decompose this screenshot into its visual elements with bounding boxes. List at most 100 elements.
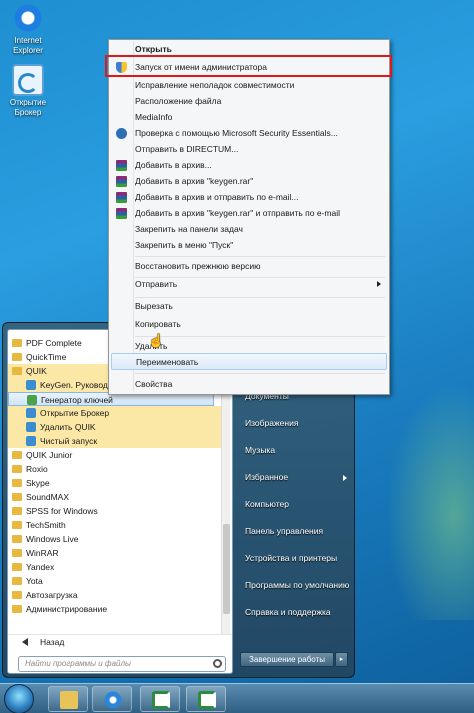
menu-add-keygen-rar[interactable]: Добавить в архив "keygen.rar" (111, 173, 387, 190)
start-item-control-panel[interactable]: Панель управления (237, 518, 353, 545)
folder-icon (12, 549, 22, 557)
folder-icon (12, 465, 22, 473)
menu-separator (135, 336, 385, 337)
start-item-default-programs[interactable]: Программы по умолчанию (237, 572, 353, 599)
menu-properties[interactable]: Свойства (111, 376, 387, 393)
back-button[interactable]: Назад (8, 634, 232, 648)
search-input[interactable]: Найти программы и файлы (18, 656, 226, 672)
winrar-icon (116, 208, 127, 219)
program-folder-yandex[interactable]: Yandex (8, 560, 222, 574)
start-item-music[interactable]: Музыка (237, 437, 353, 464)
folder-icon (12, 451, 22, 459)
desktop-icon-broker[interactable]: Открытие Брокер (3, 64, 53, 118)
menu-label: Вырезать (135, 301, 173, 311)
folder-icon (12, 353, 22, 361)
program-label: Открытие Брокер (40, 408, 110, 418)
folder-icon (12, 605, 22, 613)
menu-add-archive[interactable]: Добавить в архив... (111, 157, 387, 174)
menu-label: Проверка с помощью Microsoft Security Es… (135, 128, 338, 138)
program-label: Yota (26, 576, 43, 586)
folder-icon (12, 339, 22, 347)
program-folder-quik-junior[interactable]: QUIK Junior (8, 448, 222, 462)
menu-mse-scan[interactable]: Проверка с помощью Microsoft Security Es… (111, 125, 387, 142)
start-item-computer[interactable]: Компьютер (237, 491, 353, 518)
start-item-favorites[interactable]: Избранное (237, 464, 353, 491)
menu-add-keygen-rar-email[interactable]: Добавить в архив "keygen.rar" и отправит… (111, 205, 387, 222)
internet-explorer-icon (104, 691, 122, 709)
start-item-label: Музыка (245, 445, 276, 455)
program-otkrytie-broker[interactable]: Открытие Брокер (8, 406, 222, 420)
start-item-label: Справка и поддержка (245, 607, 331, 617)
document-icon (26, 380, 36, 390)
program-folder-administration[interactable]: Администрирование (8, 602, 222, 616)
program-clean-start[interactable]: Чистый запуск (8, 434, 222, 448)
program-folder-spss[interactable]: SPSS for Windows (8, 504, 222, 518)
menu-label: Открыть (135, 44, 172, 54)
program-label: Yandex (26, 562, 55, 572)
folder-icon (12, 591, 22, 599)
desktop-icon-label: Internet Explorer (13, 36, 43, 55)
taskbar-quik-button[interactable] (140, 686, 180, 712)
taskbar (0, 683, 474, 713)
program-folder-windows-live[interactable]: Windows Live (8, 532, 222, 546)
broker-app-icon (12, 64, 44, 96)
winrar-icon (116, 176, 127, 187)
program-uninstall-quik[interactable]: Удалить QUIK (8, 420, 222, 434)
folder-icon (12, 493, 22, 501)
menu-send-directum[interactable]: Отправить в DIRECTUM... (111, 141, 387, 158)
desktop-icon-internet-explorer[interactable]: Internet Explorer (3, 2, 53, 56)
taskbar-ie-button[interactable] (92, 686, 132, 712)
chevron-right-icon (343, 475, 347, 481)
start-item-label: Компьютер (245, 499, 289, 509)
menu-label: Исправление неполадок совместимости (135, 80, 295, 90)
folder-icon (12, 535, 22, 543)
program-folder-yota[interactable]: Yota (8, 574, 222, 588)
shutdown-options-button[interactable]: ▸ (335, 652, 348, 667)
folder-icon (12, 521, 22, 529)
scrollbar-thumb[interactable] (223, 524, 230, 614)
program-folder-skype[interactable]: Skype (8, 476, 222, 490)
start-item-pictures[interactable]: Изображения (237, 410, 353, 437)
taskbar-quik-button[interactable] (186, 686, 226, 712)
broker-app-icon (26, 422, 36, 432)
menu-pin-taskbar[interactable]: Закрепить на панели задач (111, 221, 387, 238)
program-folder-roxio[interactable]: Roxio (8, 462, 222, 476)
start-item-devices-printers[interactable]: Устройства и принтеры (237, 545, 353, 572)
menu-add-archive-email[interactable]: Добавить в архив и отправить по e-mail..… (111, 189, 387, 206)
taskbar-explorer-button[interactable] (48, 686, 88, 712)
folder-icon (12, 507, 22, 515)
menu-label: Свойства (135, 379, 173, 389)
program-label: WinRAR (26, 548, 59, 558)
program-label: Чистый запуск (40, 436, 98, 446)
program-folder-autostart[interactable]: Автозагрузка (8, 588, 222, 602)
start-item-label: Устройства и принтеры (245, 553, 338, 563)
menu-label: Закрепить в меню "Пуск" (135, 240, 234, 250)
broker-app-icon (26, 408, 36, 418)
internet-explorer-icon (12, 2, 44, 34)
start-item-help[interactable]: Справка и поддержка (237, 599, 353, 626)
program-folder-soundmax[interactable]: SoundMAX (8, 490, 222, 504)
start-button[interactable] (4, 684, 34, 713)
menu-restore-previous[interactable]: Восстановить прежнюю версию (111, 258, 387, 275)
menu-pin-start[interactable]: Закрепить в меню "Пуск" (111, 237, 387, 254)
shutdown-button[interactable]: Завершение работы (240, 652, 334, 667)
folder-icon (12, 563, 22, 571)
menu-mediainfo[interactable]: MediaInfo (111, 109, 387, 126)
back-arrow-icon (22, 638, 28, 646)
menu-label: Отправить в DIRECTUM... (135, 144, 239, 154)
program-label: Skype (26, 478, 50, 488)
program-label: SPSS for Windows (26, 506, 98, 516)
menu-cut[interactable]: Вырезать (111, 298, 387, 315)
menu-copy[interactable]: Копировать (111, 316, 387, 333)
menu-separator (135, 256, 385, 257)
menu-file-location[interactable]: Расположение файла (111, 93, 387, 110)
menu-rename[interactable]: Переименовать (111, 353, 387, 370)
menu-send-to[interactable]: Отправить (111, 276, 387, 293)
program-label: Удалить QUIK (40, 422, 96, 432)
back-label: Назад (40, 637, 65, 647)
program-folder-techsmith[interactable]: TechSmith (8, 518, 222, 532)
program-label: QUIK Junior (26, 450, 73, 460)
program-folder-winrar[interactable]: WinRAR (8, 546, 222, 560)
search-icon[interactable] (213, 659, 222, 668)
menu-troubleshoot-compat[interactable]: Исправление неполадок совместимости (111, 77, 387, 94)
